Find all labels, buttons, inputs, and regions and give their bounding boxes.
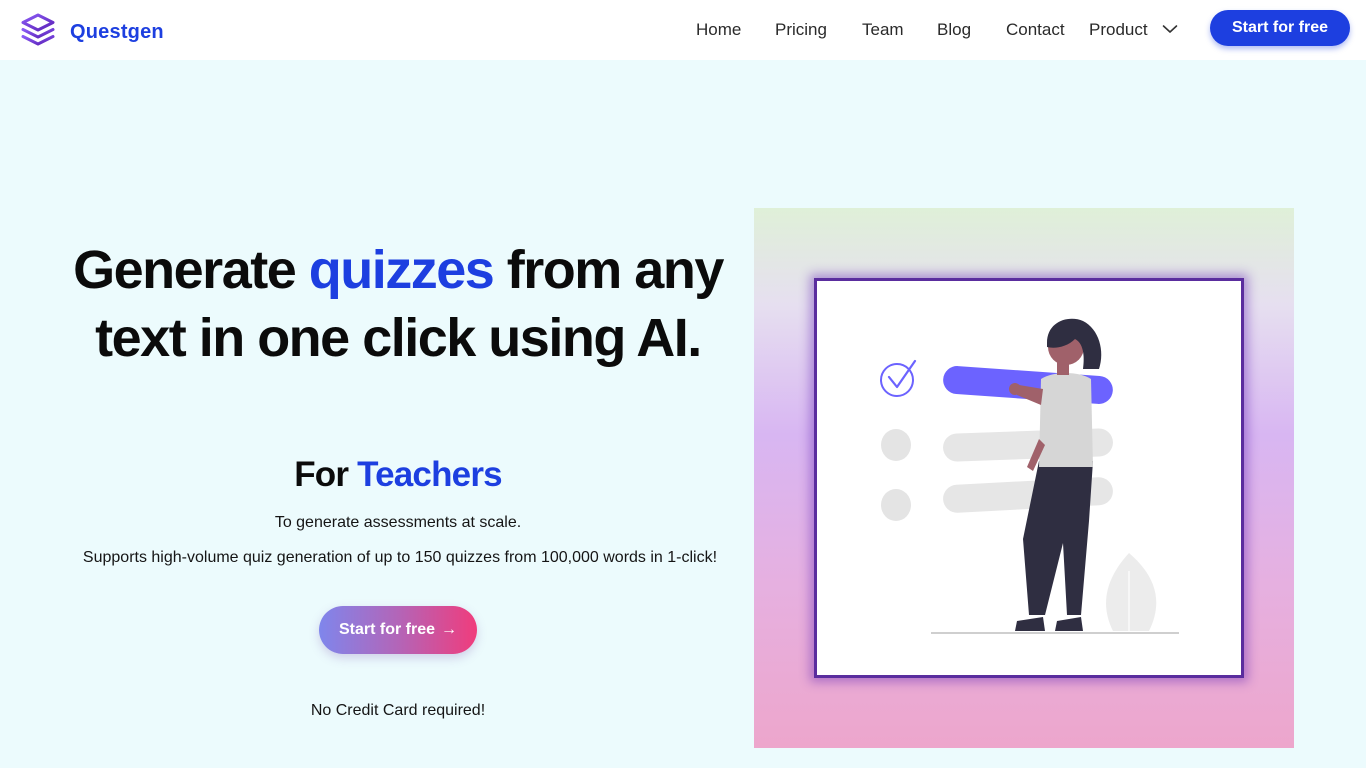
- arrow-right-icon: →: [441, 621, 458, 638]
- nav-product-dropdown[interactable]: Product: [1089, 20, 1178, 40]
- hero-text: Generate quizzes from any text in one cl…: [60, 236, 736, 372]
- subhead-audience: Teachers: [357, 455, 503, 494]
- nav-contact[interactable]: Contact: [1006, 20, 1065, 40]
- hero-headline: Generate quizzes from any text in one cl…: [60, 236, 736, 372]
- cta-main-label: Start for free: [338, 621, 436, 638]
- no-credit-card-note: No Credit Card required!: [310, 702, 486, 719]
- hero-description-1: To generate assessments at scale.: [274, 514, 522, 531]
- nav-product-label: Product: [1089, 20, 1148, 39]
- nav-home[interactable]: Home: [696, 20, 741, 40]
- start-for-free-header-button[interactable]: Start for free: [1210, 10, 1350, 46]
- headline-accent: quizzes: [308, 240, 495, 300]
- nav-blog[interactable]: Blog: [937, 20, 971, 40]
- subhead-prefix: For: [294, 455, 358, 494]
- start-for-free-hero-button[interactable]: Start for free →: [319, 606, 477, 654]
- brand-link[interactable]: Questgen: [20, 12, 164, 53]
- chevron-down-icon: [1162, 21, 1178, 39]
- illustration-card: [814, 278, 1244, 678]
- layers-logo-icon: [20, 12, 56, 53]
- top-navbar: Questgen Home Pricing Team Blog Contact …: [0, 0, 1366, 60]
- woman-checklist-illustration: [880, 318, 1179, 634]
- hero-subhead: For Teachers: [60, 455, 736, 495]
- headline-part1: Generate: [73, 240, 309, 300]
- brand-name: Questgen: [70, 21, 164, 43]
- hero-illustration-panel: [754, 208, 1294, 748]
- nav-pricing[interactable]: Pricing: [775, 20, 827, 40]
- nav-team[interactable]: Team: [862, 20, 904, 40]
- hero-description-2: Supports high-volume quiz generation of …: [82, 549, 718, 566]
